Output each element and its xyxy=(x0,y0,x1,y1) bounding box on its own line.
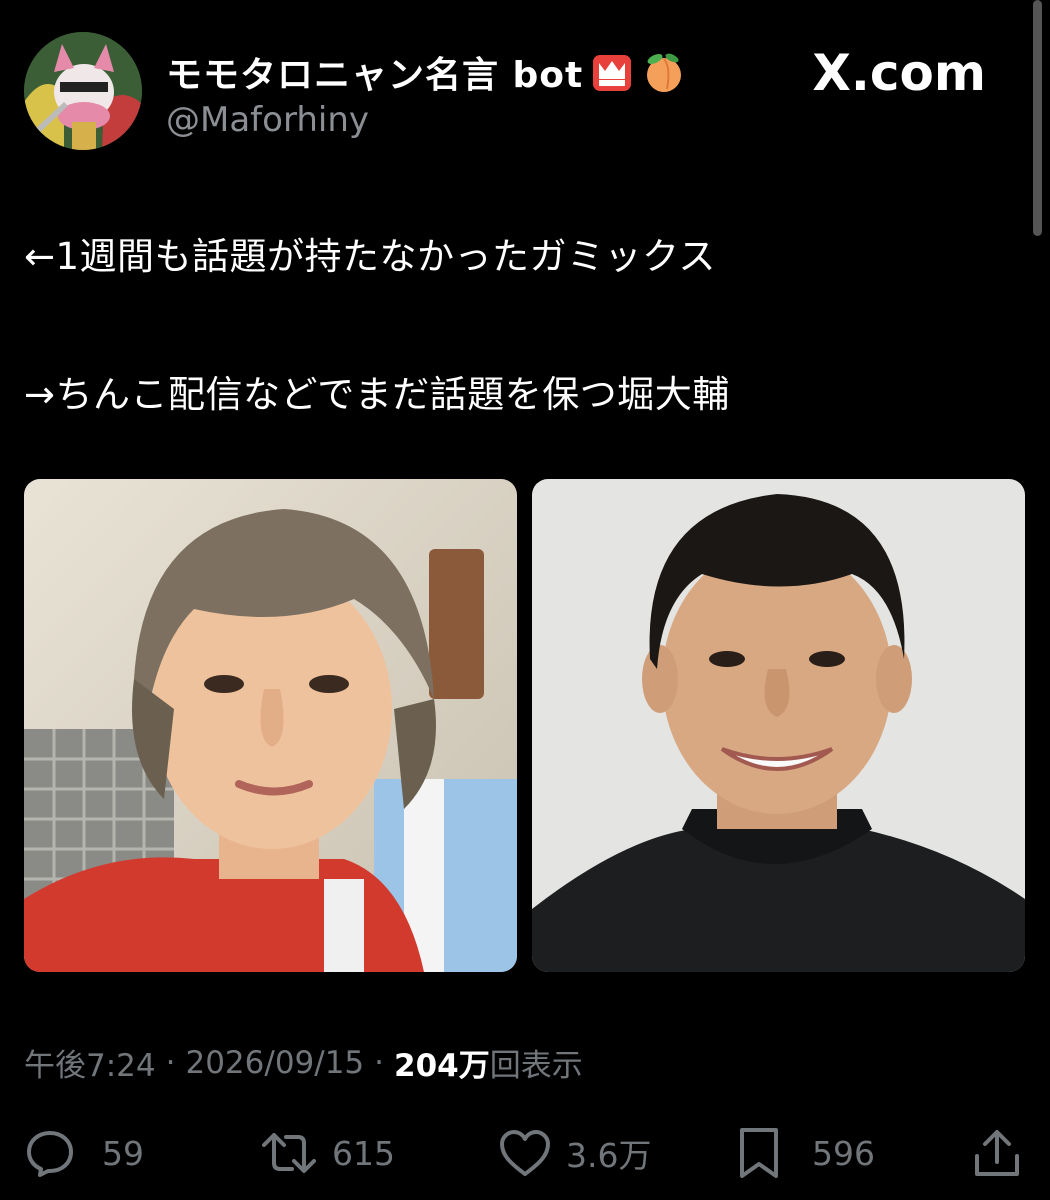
reply-count: 59 xyxy=(102,1133,144,1173)
like-button[interactable]: 3.6万 xyxy=(498,1120,651,1186)
meta-separator: · xyxy=(374,1044,385,1081)
share-button[interactable] xyxy=(972,1120,1022,1186)
like-count: 3.6万 xyxy=(566,1136,652,1175)
avatar[interactable] xyxy=(24,32,142,150)
repost-button[interactable]: 615 xyxy=(260,1120,395,1186)
tweet-time[interactable]: 午後7:24 xyxy=(24,1040,156,1085)
peach-icon xyxy=(641,49,687,95)
display-name[interactable]: モモタロニャン名言 bot xyxy=(166,46,583,98)
reply-button[interactable]: 59 xyxy=(24,1120,144,1186)
share-icon xyxy=(972,1126,1022,1180)
bookmark-icon xyxy=(736,1126,782,1180)
name-row: モモタロニャン名言 bot xyxy=(166,46,687,98)
crown-icon xyxy=(589,49,635,95)
photo-left[interactable] xyxy=(24,479,517,972)
view-count-label: 回表示 xyxy=(489,1048,583,1084)
tweet-date[interactable]: 2026/09/15 xyxy=(185,1045,364,1081)
reply-icon xyxy=(24,1127,76,1179)
view-count[interactable]: 204万回表示 xyxy=(394,1040,583,1085)
repost-icon xyxy=(260,1127,318,1179)
view-count-number: 204万 xyxy=(394,1048,490,1084)
user-handle[interactable]: @Maforhiny xyxy=(166,100,369,140)
tweet-text-line-1: ←1週間も話題が持たなかったガミックス xyxy=(24,235,716,278)
heart-icon xyxy=(498,1128,552,1178)
meta-separator: · xyxy=(165,1044,176,1081)
bookmark-count: 596 xyxy=(812,1133,875,1173)
bookmark-button[interactable]: 596 xyxy=(736,1120,875,1186)
photo-right[interactable] xyxy=(532,479,1025,972)
tweet-text-line-2: →ちんこ配信などでまだ話題を保つ堀大輔 xyxy=(24,373,730,416)
x-logo-text: X.com xyxy=(812,44,986,102)
scrollbar[interactable] xyxy=(1033,0,1042,236)
brand-logo: X.com xyxy=(812,44,986,102)
tweet-meta: 午後7:24 · 2026/09/15 · 204万回表示 xyxy=(24,1040,583,1085)
repost-count: 615 xyxy=(332,1133,395,1173)
action-bar: 59 615 3.6万 596 xyxy=(24,1120,1024,1186)
tweet-header: モモタロニャン名言 bot @Maforhiny X.com xyxy=(24,32,1024,152)
